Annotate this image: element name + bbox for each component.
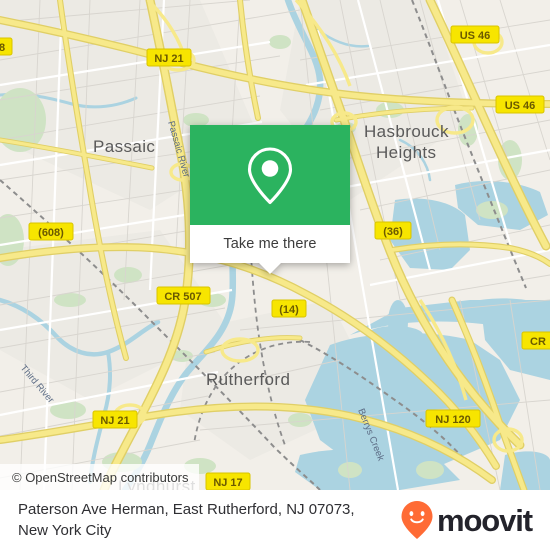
road-shield-cr-right: CR [521,331,550,350]
svg-text:US 46: US 46 [505,100,536,112]
road-shield-608: (608) [28,222,74,241]
attribution-text: © OpenStreetMap contributors [12,469,189,485]
moovit-wordmark: moovit [436,502,533,538]
svg-text:NJ 21: NJ 21 [154,53,183,65]
svg-text:(14): (14) [279,304,299,316]
road-shield-nj120: NJ 120 [425,409,481,428]
location-popup-card[interactable]: Take me there [190,125,350,274]
svg-text:NJ 17: NJ 17 [213,477,242,489]
map-screenshot-root: Passaic Hasbrouck Heights Rutherford Lyn… [0,0,550,550]
svg-text:CR: CR [530,336,546,348]
city-label-rutherford: Rutherford [206,370,290,389]
road-shield-cr507: CR 507 [156,286,211,305]
popup-icon-area [190,125,350,225]
road-shield-8: 8 [0,37,13,56]
popup-tail-pointer [259,263,281,274]
svg-text:8: 8 [0,42,5,54]
address-line-1: Paterson Ave Herman, East Rutherford, NJ… [18,500,355,518]
map-pin-icon [247,147,293,205]
svg-text:CR 507: CR 507 [164,291,201,303]
svg-text:NJ 120: NJ 120 [435,414,470,426]
svg-text:NJ 21: NJ 21 [100,415,129,427]
svg-text:(36): (36) [383,226,403,238]
bottom-info-bar: Paterson Ave Herman, East Rutherford, NJ… [0,490,550,550]
city-label-heights: Heights [376,143,436,162]
road-shield-nj21-north: NJ 21 [146,48,192,67]
road-shield-us46-top: US 46 [450,25,500,44]
take-me-there-button[interactable]: Take me there [190,225,350,263]
address-line-2: New York City [18,522,112,539]
take-me-there-label: Take me there [223,236,317,252]
moovit-brand-logo[interactable]: moovit [400,500,533,540]
svg-text:(608): (608) [38,227,64,239]
address-block: Paterson Ave Herman, East Rutherford, NJ… [18,499,355,542]
map-attribution[interactable]: © OpenStreetMap contributors [0,464,199,490]
road-shield-nj17: NJ 17 [205,472,251,490]
road-shield-us46-right: US 46 [495,95,545,114]
moovit-pin-smiley-icon [401,501,433,539]
road-shield-36: (36) [374,221,412,240]
road-shield-14: (14) [271,299,307,318]
city-label-passaic: Passaic [93,137,155,156]
svg-text:US 46: US 46 [460,30,491,42]
city-label-hasbrouck: Hasbrouck [364,122,449,141]
road-shield-nj21-south: NJ 21 [92,410,138,429]
